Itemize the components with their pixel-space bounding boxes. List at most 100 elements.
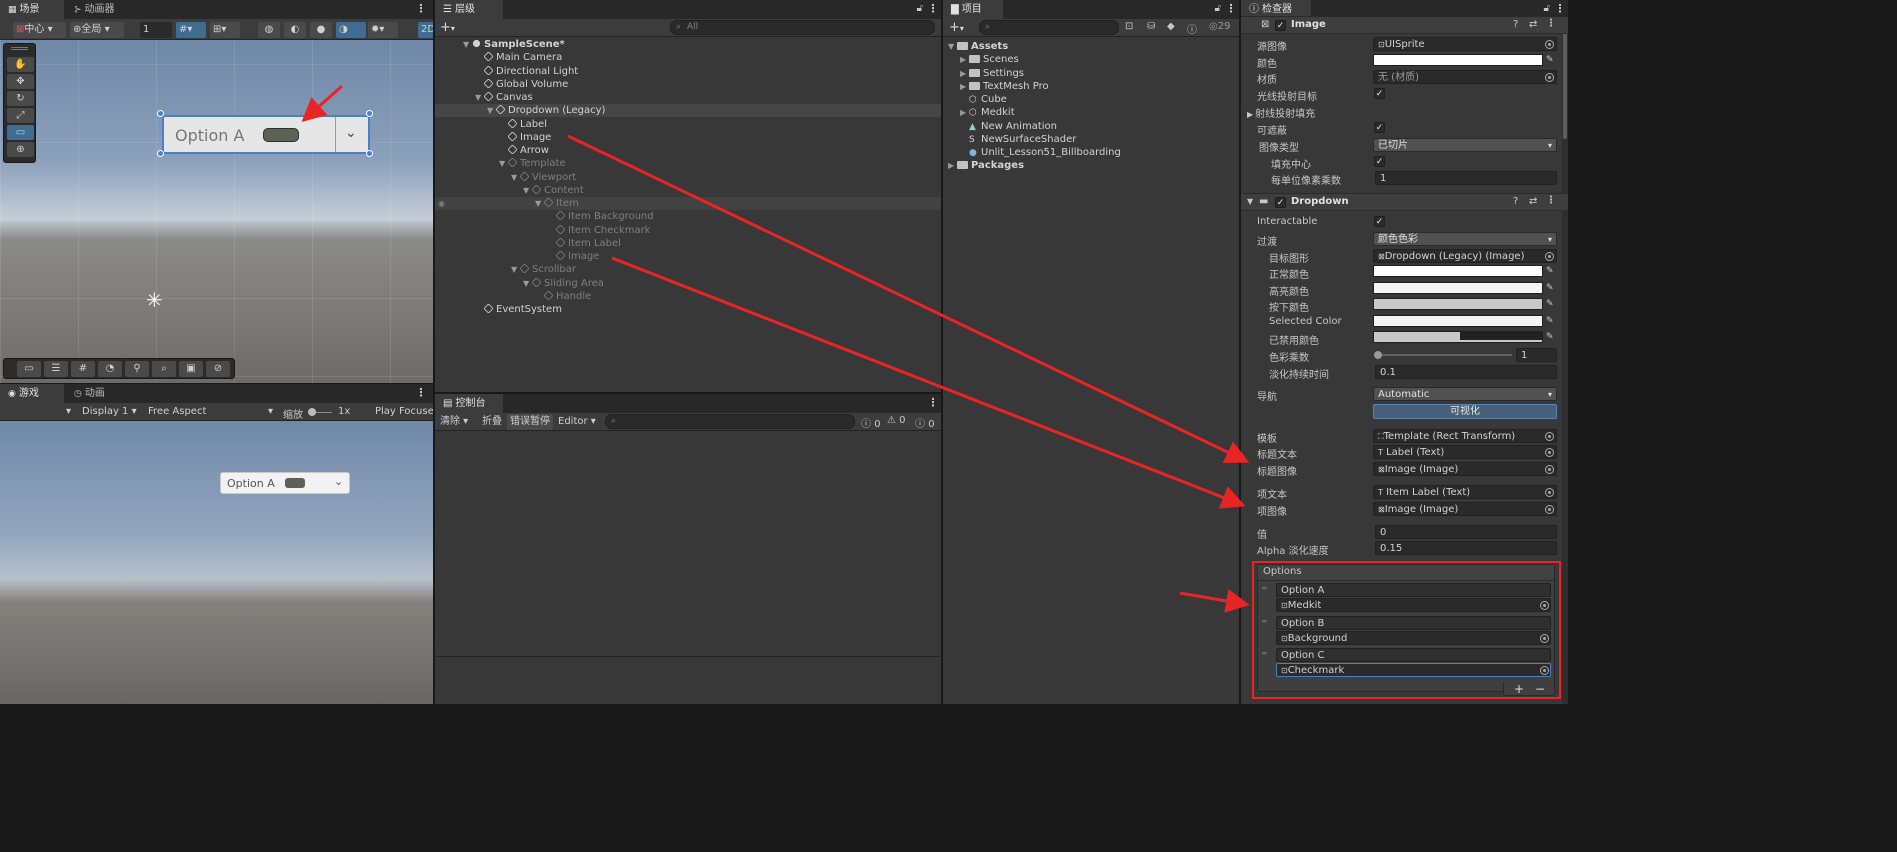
tab-project[interactable]: ▇ 项目 [943, 0, 1003, 19]
visibility-eye-icon[interactable]: ◉ [438, 197, 445, 210]
eyedropper-icon[interactable]: ✎ [1546, 299, 1556, 309]
console-search-input[interactable]: ⌕ [605, 414, 855, 429]
rotate-tool-icon[interactable]: ↻ [7, 91, 34, 106]
error-pause-button[interactable]: 错误暂停 [507, 414, 553, 430]
disabled-color-field[interactable] [1373, 331, 1543, 343]
image-type-dropdown[interactable]: 已切片 [1373, 138, 1557, 152]
hierarchy-item[interactable]: ▼ Canvas [435, 91, 941, 104]
object-picker-icon[interactable] [1545, 448, 1554, 457]
component-menu-icon[interactable]: ⋮ [1546, 18, 1556, 29]
game-dropdown-widget[interactable]: Option A ⌄ [220, 472, 350, 494]
create-asset-button[interactable]: +▾ [949, 20, 964, 35]
eyedropper-icon[interactable]: ✎ [1546, 266, 1556, 276]
hierarchy-item[interactable]: ▼ Dropdown (Legacy) [435, 104, 941, 118]
game-mode-dropdown[interactable]: ▾ [0, 404, 74, 420]
hierarchy-item[interactable]: ▼ Viewport [435, 170, 941, 184]
project-search-input[interactable]: ⌕ [979, 20, 1119, 35]
hierarchy-item[interactable]: Item Label [435, 237, 941, 250]
rect-handle[interactable] [157, 110, 164, 117]
object-picker-icon[interactable] [1540, 666, 1549, 675]
space-toggle[interactable]: ⊕全局 ▾ [70, 22, 124, 38]
move-tool-icon[interactable]: ✥ [7, 74, 34, 89]
option-sprite-field[interactable]: ⊡Background [1276, 630, 1551, 645]
transform-tool-icon[interactable]: ⊕ [7, 142, 34, 157]
game-menu-icon[interactable]: ⋮ [415, 384, 427, 403]
fill-center-checkbox[interactable]: ✓ [1374, 156, 1385, 167]
caption-text-field[interactable]: T Label (Text) [1373, 445, 1557, 459]
project-item[interactable]: ▼ Assets [943, 40, 1239, 53]
grid-visibility-button[interactable]: ⊞▾ [210, 22, 240, 38]
option-text-field[interactable]: Option A [1276, 583, 1551, 597]
object-picker-icon[interactable] [1545, 465, 1554, 474]
lock-icon[interactable]: 🔓︎ [917, 3, 923, 14]
ppu-field[interactable]: 1 [1375, 171, 1557, 185]
drag-handle-icon[interactable]: ═ [1262, 649, 1267, 658]
object-picker-icon[interactable] [1545, 432, 1554, 441]
option-text-field[interactable]: Option C [1276, 648, 1551, 662]
camera-icon[interactable]: ▣ [179, 361, 203, 377]
image-enabled-checkbox[interactable]: ✓ [1275, 20, 1286, 31]
search-scope-icon[interactable]: ⊡ [1125, 21, 1133, 32]
hierarchy-item[interactable]: ▼ Sliding Area [435, 276, 941, 290]
expand-arrow-icon[interactable]: ▼ [499, 157, 508, 170]
hierarchy-item[interactable]: ▼ SampleScene* [435, 38, 941, 51]
normal-color-field[interactable] [1373, 265, 1543, 277]
object-picker-icon[interactable] [1545, 40, 1554, 49]
lighting-button[interactable]: ● [310, 22, 332, 38]
tab-animation[interactable]: ◷ 动画 [66, 384, 130, 403]
item-image-field[interactable]: ⊠Image (Image) [1373, 502, 1557, 516]
hierarchy-item[interactable]: Item Background [435, 210, 941, 223]
hierarchy-item[interactable]: Item Checkmark [435, 223, 941, 237]
mode-2d-button[interactable]: 2D [418, 22, 433, 38]
hierarchy-search-input[interactable]: ⌕ All [670, 20, 935, 35]
maskable-checkbox[interactable]: ✓ [1374, 122, 1385, 133]
expand-arrow-icon[interactable]: ▼ [511, 263, 520, 276]
wireframe-button[interactable]: ◑ [336, 22, 366, 38]
tab-console[interactable]: ▤ 控制台 [435, 394, 503, 413]
expand-arrow-icon[interactable]: ▶ [960, 53, 969, 66]
color-multiplier-field[interactable]: 1 [1516, 348, 1557, 362]
warning-counter[interactable]: ⚠ 0 [887, 415, 906, 426]
expand-arrow-icon[interactable]: ▶ [960, 67, 969, 80]
color-multiplier-slider[interactable] [1374, 351, 1512, 359]
lock-icon[interactable]: 🔓︎ [1215, 3, 1221, 14]
snap-icon[interactable]: ⚲ [125, 361, 149, 377]
hierarchy-item[interactable]: Global Volume [435, 78, 941, 91]
project-item[interactable]: ▶ ⬡ Medkit [943, 106, 1239, 119]
source-image-field[interactable]: ⊡UISprite [1373, 37, 1557, 51]
tab-animator[interactable]: ⊱ 动画器 [66, 0, 136, 19]
expand-arrow-icon[interactable]: ▶ [960, 80, 969, 93]
object-picker-icon[interactable] [1545, 73, 1554, 82]
alpha-fade-field[interactable]: 0.15 [1375, 541, 1557, 555]
dropdown-enabled-checkbox[interactable]: ✓ [1275, 197, 1286, 208]
tab-scene[interactable]: ▦ 场景 [0, 0, 64, 19]
template-field[interactable]: ⛶Template (Rect Transform) [1373, 429, 1557, 443]
visualize-button[interactable]: 可视化 [1373, 404, 1557, 419]
search-icon[interactable]: ⌕ [152, 361, 176, 377]
option-sprite-field[interactable]: ⊡Medkit [1276, 598, 1551, 612]
align-icon[interactable]: ☰ [44, 361, 68, 377]
draw-mode-button[interactable]: ◍ [258, 22, 280, 38]
editor-dropdown[interactable]: Editor ▾ [555, 414, 597, 430]
project-item[interactable]: ▶ Packages [943, 159, 1239, 172]
object-picker-icon[interactable] [1540, 633, 1549, 643]
filter-type-icon[interactable]: ⛁ [1147, 21, 1155, 32]
image-component-header[interactable]: ⊠ ✓ Image ? ⇄ ⋮ [1241, 16, 1568, 34]
add-option-button[interactable]: + [1514, 682, 1524, 696]
project-item[interactable]: ▲ New Animation [943, 120, 1239, 133]
preset-icon[interactable]: ⇄ [1529, 19, 1537, 30]
material-field[interactable]: 无 (材质) [1373, 70, 1557, 84]
project-item[interactable]: S NewSurfaceShader [943, 133, 1239, 146]
rect-tool-icon[interactable]: ▭ [7, 125, 34, 140]
orbit-icon[interactable]: ◔ [98, 361, 122, 377]
scale-tool-icon[interactable]: ⤢ [7, 108, 34, 123]
pivot-toggle[interactable]: ⊠中心 ▾ [13, 22, 66, 38]
display-dropdown[interactable]: Display 1 ▾ [79, 404, 143, 420]
create-button[interactable]: +▾ [440, 20, 455, 35]
hierarchy-item[interactable]: Image [435, 131, 941, 144]
console-split-divider[interactable] [435, 656, 941, 657]
hierarchy-item[interactable]: Label [435, 117, 941, 131]
expand-arrow-icon[interactable]: ▶ [948, 159, 957, 172]
expand-arrow-icon[interactable]: ▼ [463, 38, 472, 51]
scale-slider[interactable] [308, 408, 332, 416]
